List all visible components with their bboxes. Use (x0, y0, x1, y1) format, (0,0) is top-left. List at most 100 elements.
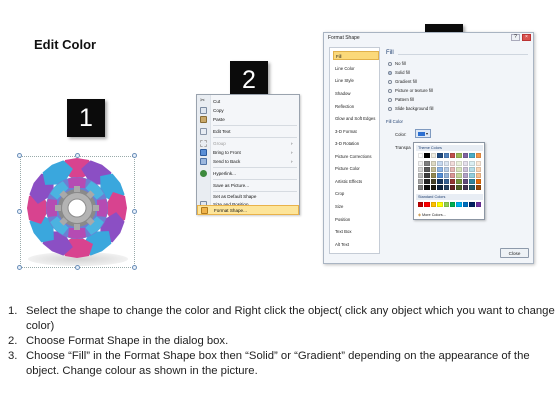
help-button[interactable]: ? (511, 34, 520, 41)
menu-item-send-to-back[interactable]: Send to Back › (197, 157, 299, 166)
color-swatch[interactable] (462, 161, 469, 166)
color-swatch[interactable] (456, 179, 462, 184)
color-swatch[interactable] (443, 167, 449, 172)
resize-handle[interactable] (17, 209, 22, 214)
nav-item-crop[interactable]: Crop (333, 189, 379, 198)
color-swatch[interactable] (462, 167, 469, 172)
resize-handle[interactable] (17, 265, 22, 270)
resize-handle[interactable] (132, 265, 137, 270)
nav-item-3d-rotation[interactable]: 3-D Rotation (333, 139, 379, 148)
nav-item-position[interactable]: Position (333, 215, 379, 224)
nav-item-size[interactable]: Size (333, 202, 379, 211)
nav-item-glow[interactable]: Glow and Soft Edges (333, 114, 379, 123)
resize-handle[interactable] (132, 209, 137, 214)
menu-item-format-shape[interactable]: Format Shape... (197, 205, 299, 215)
color-swatch[interactable] (443, 202, 449, 207)
color-swatch[interactable] (456, 167, 462, 172)
color-swatch[interactable] (424, 185, 430, 190)
resize-handle[interactable] (75, 153, 80, 158)
radio-button[interactable] (388, 80, 392, 84)
color-swatch[interactable] (449, 202, 456, 207)
color-swatch[interactable] (424, 173, 430, 178)
resize-handle[interactable] (132, 153, 137, 158)
resize-handle[interactable] (17, 153, 22, 158)
color-swatch[interactable] (456, 173, 462, 178)
color-swatch[interactable] (437, 167, 443, 172)
color-swatch[interactable] (424, 202, 430, 207)
menu-item-cut[interactable]: ✂ Cut (197, 97, 299, 106)
menu-item-save-as-picture[interactable]: Save as Picture... (197, 181, 299, 190)
color-swatch[interactable] (430, 173, 437, 178)
nav-item-artistic-effects[interactable]: Artistic Effects (333, 177, 379, 186)
color-swatch[interactable] (449, 185, 456, 190)
color-swatch[interactable] (443, 179, 449, 184)
color-swatch[interactable] (418, 161, 424, 166)
radio-button[interactable] (388, 62, 392, 66)
nav-item-picture-corrections[interactable]: Picture Corrections (333, 152, 379, 161)
color-swatch[interactable] (469, 161, 475, 166)
color-swatch[interactable] (456, 153, 462, 158)
color-swatch[interactable] (437, 179, 443, 184)
color-swatch[interactable] (437, 161, 443, 166)
color-swatch[interactable] (475, 173, 481, 178)
color-swatch[interactable] (462, 179, 469, 184)
menu-item-edit-text[interactable]: Edit Text (197, 127, 299, 136)
radio-button[interactable] (388, 98, 392, 102)
nav-item-alt-text[interactable]: Alt Text (333, 240, 379, 249)
color-swatch[interactable] (469, 153, 475, 158)
nav-item-shadow[interactable]: Shadow (333, 89, 379, 98)
fill-color-picker-button[interactable]: ▾ (415, 129, 431, 138)
color-swatch[interactable] (424, 153, 430, 158)
menu-item-bring-to-front[interactable]: Bring to Front › (197, 148, 299, 157)
color-swatch[interactable] (462, 153, 469, 158)
color-swatch[interactable] (418, 173, 424, 178)
color-swatch[interactable] (469, 173, 475, 178)
color-swatch[interactable] (469, 185, 475, 190)
resize-handle[interactable] (75, 265, 80, 270)
color-swatch[interactable] (418, 153, 424, 158)
menu-item-copy[interactable]: Copy (197, 106, 299, 115)
color-swatch[interactable] (462, 185, 469, 190)
menu-item-hyperlink[interactable]: Hyperlink... (197, 169, 299, 178)
color-swatch[interactable] (469, 179, 475, 184)
color-swatch[interactable] (475, 202, 481, 207)
close-window-button[interactable]: × (522, 34, 531, 41)
color-swatch[interactable] (456, 161, 462, 166)
color-swatch[interactable] (424, 179, 430, 184)
color-swatch[interactable] (456, 185, 462, 190)
nav-item-3d-format[interactable]: 3-D Format (333, 127, 379, 136)
color-swatch[interactable] (475, 179, 481, 184)
color-swatch[interactable] (437, 202, 443, 207)
nav-item-line-style[interactable]: Line Style (333, 76, 379, 85)
color-swatch[interactable] (469, 202, 475, 207)
color-swatch[interactable] (475, 167, 481, 172)
color-swatch[interactable] (443, 153, 449, 158)
color-swatch[interactable] (424, 161, 430, 166)
color-swatch[interactable] (462, 202, 469, 207)
color-swatch[interactable] (449, 179, 456, 184)
nav-item-reflection[interactable]: Reflection (333, 102, 379, 111)
menu-item-paste[interactable]: Paste (197, 115, 299, 124)
color-swatch[interactable] (418, 179, 424, 184)
color-swatch[interactable] (418, 167, 424, 172)
color-swatch[interactable] (424, 167, 430, 172)
color-swatch[interactable] (449, 173, 456, 178)
color-swatch[interactable] (462, 173, 469, 178)
color-swatch[interactable] (437, 153, 443, 158)
nav-item-text-box[interactable]: Text Box (333, 227, 379, 236)
color-swatch[interactable] (475, 161, 481, 166)
color-swatch[interactable] (449, 153, 456, 158)
close-button[interactable]: Close (500, 248, 529, 258)
color-swatch[interactable] (469, 167, 475, 172)
color-swatch[interactable] (443, 185, 449, 190)
color-swatch[interactable] (475, 185, 481, 190)
more-colors-link[interactable]: ◈ More Colors... (418, 212, 446, 217)
radio-button[interactable] (388, 107, 392, 111)
color-swatch[interactable] (430, 153, 437, 158)
color-swatch[interactable] (437, 185, 443, 190)
color-swatch[interactable] (430, 185, 437, 190)
color-swatch[interactable] (449, 167, 456, 172)
color-swatch[interactable] (430, 161, 437, 166)
color-swatch[interactable] (430, 167, 437, 172)
nav-item-line-color[interactable]: Line Color (333, 64, 379, 73)
